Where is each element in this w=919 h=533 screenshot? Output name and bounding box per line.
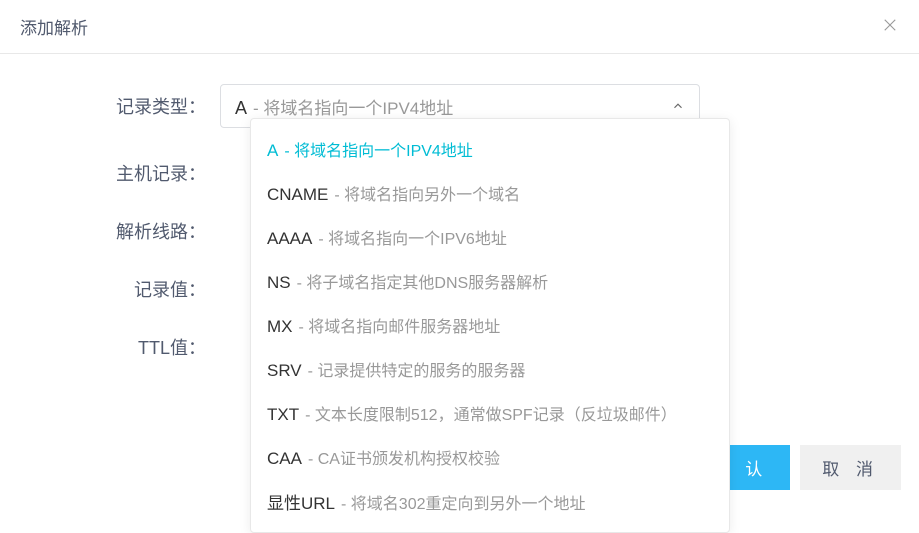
selected-code: A	[235, 98, 247, 119]
option-code: NS	[267, 273, 291, 293]
option-desc: - 将域名指向邮件服务器地址	[299, 313, 501, 337]
dropdown-item-caa[interactable]: CAA - CA证书颁发机构授权校验	[251, 435, 729, 479]
label-record-value: 记录值：	[40, 276, 220, 302]
option-desc: - 将域名302重定向到另外一个地址	[341, 490, 585, 514]
record-type-selected: A - 将域名指向一个IPV4地址	[235, 94, 453, 119]
dropdown-item-aaaa[interactable]: AAAA - 将域名指向一个IPV6地址	[251, 215, 729, 259]
dropdown-item-a[interactable]: A - 将域名指向一个IPV4地址	[251, 127, 729, 171]
record-type-dropdown: A - 将域名指向一个IPV4地址CNAME - 将域名指向另外一个域名AAAA…	[250, 118, 730, 533]
selected-desc: - 将域名指向一个IPV4地址	[253, 94, 453, 119]
option-desc: - 记录提供特定的服务的服务器	[308, 357, 526, 381]
label-host-record: 主机记录：	[40, 160, 220, 186]
option-desc: - CA证书颁发机构授权校验	[308, 445, 500, 469]
dropdown-item-显性url[interactable]: 显性URL - 将域名302重定向到另外一个地址	[251, 479, 729, 524]
cancel-button[interactable]: 取 消	[800, 445, 901, 490]
modal-header: 添加解析	[0, 0, 919, 54]
option-desc: - 将域名指向一个IPV6地址	[318, 225, 506, 249]
option-code: TXT	[267, 405, 299, 425]
dropdown-item-ns[interactable]: NS - 将子域名指定其他DNS服务器解析	[251, 259, 729, 303]
option-desc: - 将域名指向一个IPV4地址	[284, 137, 472, 161]
close-icon[interactable]	[881, 16, 899, 38]
option-desc: - 将域名指向另外一个域名	[334, 181, 520, 205]
option-code: MX	[267, 317, 293, 337]
label-record-type: 记录类型：	[40, 93, 220, 119]
option-code: 显性URL	[267, 489, 335, 514]
option-code: AAAA	[267, 229, 312, 249]
option-desc: - 将子域名指定其他DNS服务器解析	[297, 269, 549, 293]
modal-title: 添加解析	[20, 14, 88, 39]
label-resolve-line: 解析线路：	[40, 218, 220, 244]
option-code: SRV	[267, 361, 302, 381]
dropdown-item-cname[interactable]: CNAME - 将域名指向另外一个域名	[251, 171, 729, 215]
dropdown-item-txt[interactable]: TXT - 文本长度限制512，通常做SPF记录（反垃圾邮件）	[251, 391, 729, 435]
option-code: A	[267, 141, 278, 161]
option-code: CNAME	[267, 185, 328, 205]
option-code: CAA	[267, 449, 302, 469]
option-desc: - 文本长度限制512，通常做SPF记录（反垃圾邮件）	[305, 401, 677, 425]
dropdown-item-mx[interactable]: MX - 将域名指向邮件服务器地址	[251, 303, 729, 347]
label-ttl: TTL值：	[40, 334, 220, 360]
chevron-up-icon	[671, 99, 685, 113]
dropdown-item-srv[interactable]: SRV - 记录提供特定的服务的服务器	[251, 347, 729, 391]
